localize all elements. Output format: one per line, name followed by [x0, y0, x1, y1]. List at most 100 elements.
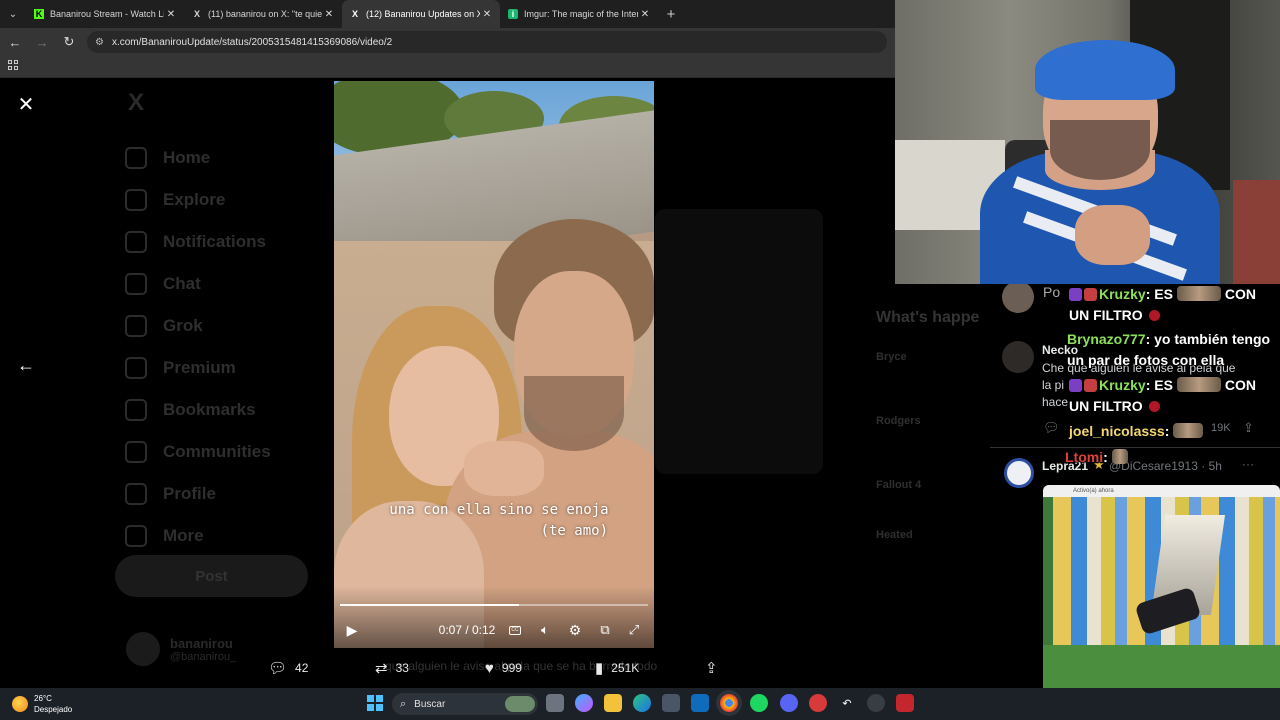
close-tab-icon[interactable]: ✕: [480, 9, 494, 20]
nav-item-grok[interactable]: Grok: [125, 305, 325, 347]
close-icon[interactable]: ✕: [16, 95, 36, 116]
mail-icon: [125, 273, 147, 295]
chat-username: Kruzky: [1099, 286, 1146, 302]
close-tab-icon[interactable]: ✕: [322, 9, 336, 20]
nav-item-more[interactable]: More: [125, 515, 325, 557]
nav-label: Grok: [163, 316, 203, 335]
video-player[interactable]: una con ella sino se enoja (te amo) ▶ 0:…: [334, 81, 654, 648]
chat-message: Brynazo777: yo también tengo un par de f…: [1067, 329, 1280, 371]
avatar: [126, 632, 160, 666]
reply-button[interactable]: 💬︎ 42: [268, 657, 308, 679]
chat-text: :: [1164, 423, 1170, 439]
tab-x-bananirou[interactable]: X (11) bananirou on X: "te quiero ✕: [184, 0, 342, 28]
taskbar-search[interactable]: ⌕ Buscar: [392, 693, 538, 715]
edge-icon[interactable]: [633, 694, 651, 712]
weather-temp: 26°C: [34, 694, 52, 703]
fullscreen-icon[interactable]: ⤢: [626, 619, 642, 641]
captions-icon[interactable]: CC: [508, 619, 522, 641]
video-controls: ▶ 0:07 / 0:12 CC 🔈︎ ⚙ ⧉ ⤢: [334, 619, 654, 641]
chat-username: Kruzky: [1099, 377, 1146, 393]
x-premium-icon: [125, 357, 147, 379]
play-icon[interactable]: ▶: [344, 619, 360, 641]
repost-button[interactable]: ⇄ 33: [375, 657, 409, 679]
search-placeholder: Buscar: [414, 698, 446, 710]
grok-icon: [125, 315, 147, 337]
close-tab-icon[interactable]: ✕: [164, 9, 178, 20]
nav-item-chat[interactable]: Chat: [125, 263, 325, 305]
site-info-icon[interactable]: ⚙: [95, 37, 104, 48]
app-stream-icon[interactable]: [896, 694, 914, 712]
back-icon[interactable]: ←: [3, 30, 27, 54]
feed-media-ghost: [655, 209, 823, 474]
x-logo: X: [128, 89, 145, 116]
outlook-icon[interactable]: [691, 694, 709, 712]
kick-icon: K: [34, 9, 44, 19]
nav-label: Notifications: [163, 232, 266, 251]
forward-icon[interactable]: →: [30, 30, 54, 54]
spotify-icon[interactable]: [750, 694, 768, 712]
like-button[interactable]: ♥ 999: [485, 657, 522, 679]
nav-label: Bookmarks: [163, 400, 256, 419]
trend-item[interactable]: Rodgers: [876, 415, 986, 427]
volume-icon[interactable]: 🔈︎: [537, 619, 553, 641]
browser-toolbar: ← → ↻ ⚙ x.com/BananirouUpdate/status/200…: [0, 28, 895, 56]
avatar[interactable]: [1002, 341, 1034, 373]
views-button[interactable]: ▮ 251K: [595, 657, 639, 679]
app-red-icon[interactable]: [809, 694, 827, 712]
tab-x-updates[interactable]: X (12) Bananirou Updates on X: " ✕: [342, 0, 500, 28]
chat-message: Ltomi:: [1065, 447, 1280, 468]
picture-in-picture-icon[interactable]: ⧉: [597, 619, 613, 641]
reply-author-name[interactable]: Po: [1043, 284, 1060, 300]
address-bar[interactable]: ⚙ x.com/BananirouUpdate/status/200531548…: [87, 31, 887, 53]
tab-kick[interactable]: K Bananirou Stream - Watch Live ✕: [26, 0, 184, 28]
webcam-room: [1233, 180, 1280, 284]
heart-icon: ♥: [485, 659, 494, 677]
nav-item-premium[interactable]: Premium: [125, 347, 325, 389]
windows-start-icon[interactable]: [366, 694, 384, 712]
tab-search-chevron-icon[interactable]: ⌄: [0, 0, 26, 28]
search-icon: ⌕: [400, 697, 407, 710]
apps-grid-icon[interactable]: [8, 60, 18, 70]
reply-media-image[interactable]: Activo(a) ahora: [1043, 485, 1280, 688]
bookmarks-bar: [0, 56, 895, 78]
discord-icon[interactable]: [780, 694, 798, 712]
repost-icon: ⇄: [375, 660, 388, 677]
nav-item-explore[interactable]: Explore: [125, 179, 325, 221]
arrow-left-icon[interactable]: ←: [14, 355, 38, 375]
nav-item-bookmarks[interactable]: Bookmarks: [125, 389, 325, 431]
tab-bar: ⌄ K Bananirou Stream - Watch Live ✕ X (1…: [0, 0, 895, 28]
copilot-icon[interactable]: [575, 694, 593, 712]
trend-item[interactable]: Fallout 4: [876, 479, 986, 491]
video-caption-line1: una con ella sino se enoja: [389, 502, 609, 518]
nav-item-notifications[interactable]: Notifications: [125, 221, 325, 263]
app-arrow-icon[interactable]: ↶: [838, 694, 856, 712]
obs-icon[interactable]: [867, 694, 885, 712]
trend-item[interactable]: Heated: [876, 529, 986, 541]
game-floor: [1043, 645, 1280, 688]
weather-sun-icon: [12, 696, 28, 712]
trend-item[interactable]: Bryce: [876, 351, 986, 363]
reload-icon[interactable]: ↻: [57, 30, 81, 54]
nav-item-communities[interactable]: Communities: [125, 431, 325, 473]
new-tab-icon[interactable]: +: [658, 6, 684, 23]
close-tab-icon[interactable]: ✕: [638, 9, 652, 20]
video-progress-bar[interactable]: [340, 604, 648, 606]
weather-widget[interactable]: 26°C Despejado: [12, 692, 72, 716]
reply-icon[interactable]: 💬︎: [1043, 420, 1060, 436]
tab-imgur[interactable]: i Imgur: The magic of the Interne ✕: [500, 0, 658, 28]
share-button[interactable]: ⇪: [705, 657, 726, 679]
home-icon: [125, 147, 147, 169]
search-icon: [125, 189, 147, 211]
settings-gear-icon[interactable]: ⚙: [567, 619, 583, 641]
avatar[interactable]: [1002, 281, 1034, 313]
store-icon[interactable]: [662, 694, 680, 712]
avatar[interactable]: [1004, 458, 1034, 488]
file-explorer-icon[interactable]: [604, 694, 622, 712]
post-button[interactable]: Post: [115, 555, 308, 597]
task-view-icon[interactable]: [546, 694, 564, 712]
chrome-icon[interactable]: [720, 694, 738, 712]
account-switcher[interactable]: bananirou @bananirou_: [126, 632, 236, 666]
nav-item-home[interactable]: Home: [125, 137, 325, 179]
nav-item-profile[interactable]: Profile: [125, 473, 325, 515]
phone-status-bar: Activo(a) ahora: [1043, 485, 1280, 497]
